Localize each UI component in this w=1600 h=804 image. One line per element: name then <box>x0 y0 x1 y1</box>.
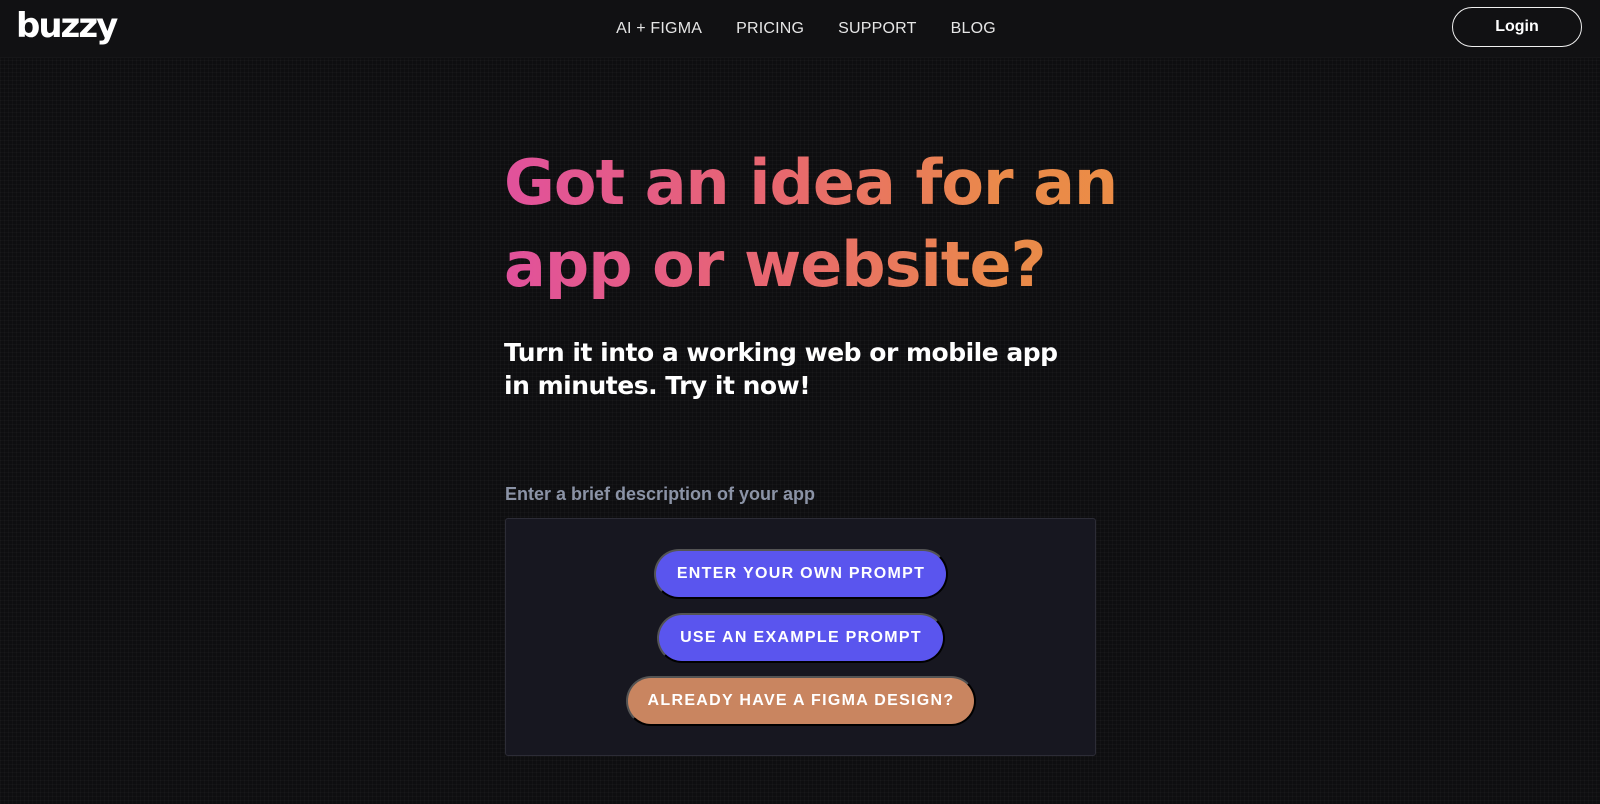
nav-item-support[interactable]: SUPPORT <box>838 18 916 40</box>
top-navigation-bar: buzzy AI + FIGMA PRICING SUPPORT BLOG Lo… <box>0 0 1600 58</box>
login-button[interactable]: Login <box>1452 7 1582 47</box>
nav-item-blog[interactable]: BLOG <box>951 18 996 40</box>
hero-subtitle: Turn it into a working web or mobile app… <box>504 338 1058 400</box>
main-nav: AI + FIGMA PRICING SUPPORT BLOG <box>0 18 1600 40</box>
hero-title: Got an idea for an app or website? <box>504 142 1124 306</box>
nav-item-pricing[interactable]: PRICING <box>736 18 804 40</box>
app-description-label: Enter a brief description of your app <box>505 484 816 504</box>
nav-item-ai-figma[interactable]: AI + FIGMA <box>616 18 702 40</box>
enter-own-prompt-button[interactable]: ENTER YOUR OWN PROMPT <box>654 549 948 599</box>
prompt-options-panel: ENTER YOUR OWN PROMPT USE AN EXAMPLE PRO… <box>505 518 1096 756</box>
use-example-prompt-button[interactable]: USE AN EXAMPLE PROMPT <box>657 613 945 663</box>
figma-design-button[interactable]: ALREADY HAVE A FIGMA DESIGN? <box>626 676 976 726</box>
